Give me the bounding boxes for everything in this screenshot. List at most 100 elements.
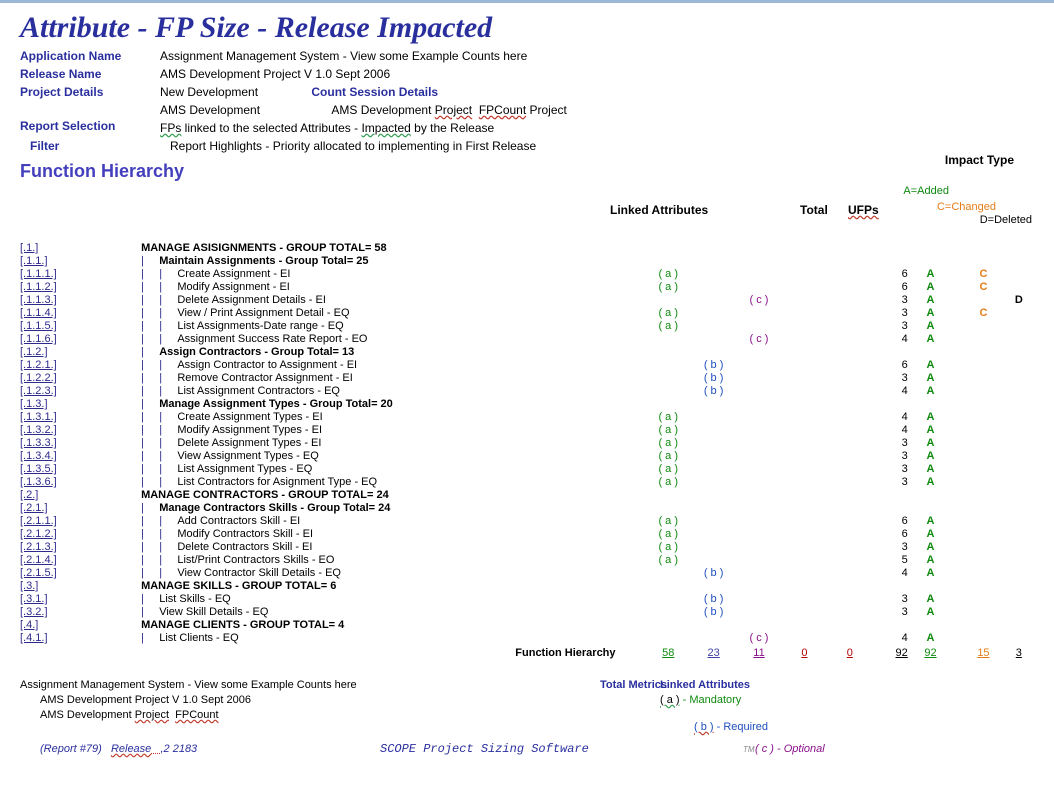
impact-a: A [927, 554, 935, 566]
impact-a: A [927, 463, 935, 475]
row-id: [.3.2.] [20, 606, 48, 618]
attr-marker: ( a ) [658, 320, 678, 332]
hierarchy-row: [.2.1.5.]| | View Contractor Skill Detai… [20, 567, 1034, 580]
row-text: Assign Contractor to Assignment - EI [177, 359, 357, 371]
row-id: [.1.3.] [20, 398, 48, 410]
footer: Assignment Management System - View some… [20, 678, 1034, 757]
hierarchy-row: [.1.3.5.]| | List Assignment Types - EQ(… [20, 463, 1034, 476]
row-id: [.1.3.3.] [20, 437, 57, 449]
ufp-value: 4 [902, 411, 908, 423]
summary-d: 0 [801, 647, 807, 659]
row-text: List Contractors for Asignment Type - EQ [177, 476, 377, 488]
attr-marker: ( a ) [658, 554, 678, 566]
impact-a: A [927, 437, 935, 449]
ufp-value: 6 [902, 359, 908, 371]
hierarchy-row: [.1.]MANAGE ASISIGNMENTS - GROUP TOTAL= … [20, 242, 1034, 255]
footer-line3: AMS Development Project FPCount [40, 709, 219, 721]
ufp-value: 4 [902, 567, 908, 579]
header-row-project: Project Details New Development Count Se… [20, 83, 1034, 101]
impact-c: C [979, 281, 987, 293]
attr-marker: ( a ) [658, 268, 678, 280]
impact-a: A [927, 385, 935, 397]
impact-a: A [927, 593, 935, 605]
row-id: [.2.1.3.] [20, 541, 57, 553]
row-text: List Skills - EQ [159, 593, 231, 605]
header-row-filter: Filter Report Highlights - Priority allo… [20, 137, 1034, 155]
hierarchy-row: [.3.2.]| View Skill Details - EQ( b )3A [20, 606, 1034, 619]
value-project-details-2: AMS Development [160, 103, 260, 117]
hierarchy-row: [.2.1.3.]| | Delete Contractors Skill - … [20, 541, 1034, 554]
impact-a: A [927, 359, 935, 371]
row-id: [.2.1.2.] [20, 528, 57, 540]
attr-marker: ( b ) [704, 567, 724, 579]
col-total: Total [800, 203, 828, 217]
attr-marker: ( a ) [658, 515, 678, 527]
row-id: [.1.2.] [20, 346, 48, 358]
legend-added: A=Added [903, 185, 949, 197]
row-id: [.1.3.1.] [20, 411, 57, 423]
tm-symbol: TM [743, 742, 755, 757]
label-count-session: Count Session Details [311, 85, 438, 99]
row-text: View Skill Details - EQ [159, 606, 268, 618]
row-id: [.1.3.6.] [20, 476, 57, 488]
row-text: List Assignments-Date range - EQ [177, 320, 343, 332]
row-id: [.1.1.] [20, 255, 48, 267]
hierarchy-row: [.2.1.4.]| | List/Print Contractors Skil… [20, 554, 1034, 567]
ufp-value: 3 [902, 463, 908, 475]
hierarchy-row: [.1.3.3.]| | Delete Assignment Types - E… [20, 437, 1034, 450]
attr-marker: ( c ) [750, 632, 769, 644]
legend-changed: C=Changed [937, 201, 996, 213]
hierarchy-row: [.1.2.1.]| | Assign Contractor to Assign… [20, 359, 1034, 372]
row-text: MANAGE CLIENTS - GROUP TOTAL= 4 [141, 619, 344, 631]
ufp-value: 3 [902, 541, 908, 553]
attr-marker: ( a ) [658, 437, 678, 449]
row-text: Create Assignment Types - EI [177, 411, 322, 423]
row-id: [.2.] [20, 489, 38, 501]
ufp-value: 3 [902, 437, 908, 449]
footer-report-line: (Report #79) Release ,2 2183 SCOPE Proje… [20, 742, 1034, 757]
summary-label: Function Hierarchy [141, 647, 645, 660]
impact-a: A [927, 268, 935, 280]
col-ufps: UFPs [848, 203, 879, 217]
row-id: [.1.2.1.] [20, 359, 57, 371]
label-report-selection: Report Selection [20, 119, 160, 133]
value-report-selection: FPs linked to the selected Attributes - … [160, 119, 494, 137]
row-id: [.1.3.4.] [20, 450, 57, 462]
ufp-value: 3 [902, 294, 908, 306]
hierarchy-row: [.1.3.6.]| | List Contractors for Asignm… [20, 476, 1034, 489]
hierarchy-row: [.1.2.]| Assign Contractors - Group Tota… [20, 346, 1034, 359]
ufp-value: 3 [902, 593, 908, 605]
ufp-value: 3 [902, 307, 908, 319]
row-id: [.3.1.] [20, 593, 48, 605]
footer-total-metrics: Total Metrics [600, 678, 667, 693]
attr-marker: ( b ) [704, 359, 724, 371]
ufp-value: 4 [902, 632, 908, 644]
summary-c: 11 [753, 647, 764, 659]
ufp-value: 6 [902, 515, 908, 527]
ufp-value: 5 [902, 554, 908, 566]
hierarchy-table: [.1.]MANAGE ASISIGNMENTS - GROUP TOTAL= … [20, 242, 1034, 645]
header-row-project2: AMS Development AMS Development Project … [20, 101, 1034, 119]
row-id: [.1.1.2.] [20, 281, 57, 293]
ufp-value: 4 [902, 333, 908, 345]
attr-marker: ( b ) [704, 385, 724, 397]
label-impact-type: Impact Type [945, 153, 1014, 167]
impact-a: A [927, 320, 935, 332]
attr-marker: ( a ) [658, 307, 678, 319]
row-text: MANAGE SKILLS - GROUP TOTAL= 6 [141, 580, 336, 592]
row-id: [.1.1.5.] [20, 320, 57, 332]
attr-marker: ( a ) [658, 528, 678, 540]
impact-a: A [927, 333, 935, 345]
row-text: Delete Assignment Details - EI [177, 294, 326, 306]
attr-marker: ( a ) [658, 424, 678, 436]
row-id: [.4.1.] [20, 632, 48, 644]
row-text: Modify Contractors Skill - EI [177, 528, 313, 540]
hierarchy-row: [.1.3.2.]| | Modify Assignment Types - E… [20, 424, 1034, 437]
hierarchy-row: [.1.1.6.]| | Assignment Success Rate Rep… [20, 333, 1034, 346]
header-row-report-sel: Report Selection FPs linked to the selec… [20, 119, 1034, 137]
row-id: [.2.1.] [20, 502, 48, 514]
hierarchy-row: [.2.1.2.]| | Modify Contractors Skill - … [20, 528, 1034, 541]
attr-marker: ( a ) [658, 411, 678, 423]
hierarchy-row: [.3.]MANAGE SKILLS - GROUP TOTAL= 6 [20, 580, 1034, 593]
footer-line2: AMS Development Project V 1.0 Sept 2006 [40, 694, 251, 706]
